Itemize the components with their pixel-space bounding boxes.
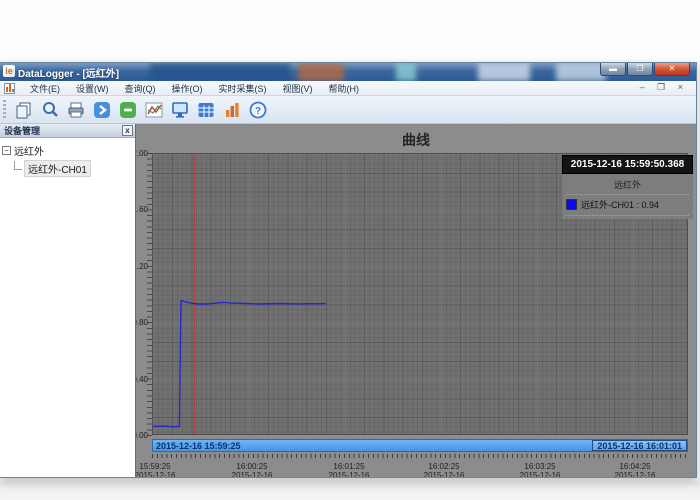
chart-panel: 曲线 2.00 1.60 1.20 0.80 0.40 0.00 2015-12… bbox=[136, 124, 696, 477]
tree-root-label: 远红外 bbox=[14, 147, 44, 158]
y-tick-label: 1.20 bbox=[136, 262, 148, 271]
close-button[interactable]: ✕ bbox=[654, 63, 690, 76]
glass-reflection bbox=[478, 63, 530, 81]
y-tick-label: 2.00 bbox=[136, 149, 148, 158]
toolbar: ? bbox=[0, 96, 696, 124]
app-icon: ie bbox=[3, 65, 15, 77]
x-tick-label: 16:01:25 2015-12-16 bbox=[328, 462, 370, 477]
window-title: DataLogger - [远红外] bbox=[18, 69, 120, 80]
glass-reflection bbox=[396, 63, 416, 81]
x-tick-label: 16:02:25 2015-12-16 bbox=[423, 462, 465, 477]
tooltip-series-value: 远红外-CH01 : 0.94 bbox=[581, 200, 660, 210]
mdi-document-icon bbox=[4, 82, 15, 94]
x-tick-label: 16:04:25 2015-12-16 bbox=[614, 462, 656, 477]
toolbar-grip bbox=[3, 99, 6, 120]
y-tick-label: 0.80 bbox=[136, 318, 148, 327]
range-start-label: 2015-12-16 15:59:25 bbox=[156, 441, 241, 451]
minimize-button[interactable]: ▬ bbox=[600, 63, 626, 76]
x-tick-label: 16:00:25 2015-12-16 bbox=[231, 462, 273, 477]
menubar: 文件(E) 设置(W) 查询(Q) 操作(O) 实时采集(S) 视图(V) 帮助… bbox=[0, 81, 696, 96]
y-tick-label: 1.60 bbox=[136, 205, 148, 214]
stop-green-icon[interactable] bbox=[115, 98, 141, 122]
menu-query[interactable]: 查询(Q) bbox=[117, 81, 164, 96]
x-tick-label: 15:59:25 2015-12-16 bbox=[136, 462, 176, 477]
tooltip-timestamp: 2015-12-16 15:59:50.368 bbox=[562, 155, 693, 174]
time-range-scrollbar[interactable]: 2015-12-16 15:59:25 2015-12-16 16:01:01 bbox=[152, 439, 688, 452]
bar-chart-icon[interactable] bbox=[219, 98, 245, 122]
tree-node-channel[interactable]: 远红外-CH01 bbox=[14, 160, 133, 177]
play-arrow-icon[interactable] bbox=[89, 98, 115, 122]
app-window: ie DataLogger - [远红外] ▬ ❐ ✕ 文件(E) 设置(W) … bbox=[0, 62, 697, 478]
data-table-icon[interactable] bbox=[193, 98, 219, 122]
panel-close-icon[interactable]: x bbox=[122, 125, 133, 136]
device-panel-header: 设备管理 x bbox=[0, 124, 135, 138]
search-icon[interactable] bbox=[37, 98, 63, 122]
tooltip-series-entry: 远红外-CH01 : 0.94 bbox=[566, 195, 689, 216]
cursor-tooltip: 2015-12-16 15:59:50.368 远红外 远红外-CH01 : 0… bbox=[562, 155, 693, 219]
tree-connector bbox=[14, 160, 22, 170]
tooltip-group-label: 远红外 bbox=[566, 176, 689, 195]
collapse-icon[interactable]: − bbox=[2, 146, 11, 155]
y-tick-label: 0.00 bbox=[136, 431, 148, 440]
series-color-swatch bbox=[566, 199, 577, 210]
copy-pages-icon[interactable] bbox=[11, 98, 37, 122]
device-panel: 设备管理 x − 远红外 远红外-CH01 bbox=[0, 124, 136, 477]
monitor-icon[interactable] bbox=[167, 98, 193, 122]
tree-child-label: 远红外-CH01 bbox=[24, 160, 91, 177]
help-icon[interactable]: ? bbox=[245, 98, 271, 122]
print-icon[interactable] bbox=[63, 98, 89, 122]
tree-node-root[interactable]: − 远红外 bbox=[2, 142, 133, 159]
menu-settings[interactable]: 设置(W) bbox=[68, 81, 117, 96]
titlebar: ie DataLogger - [远红外] ▬ ❐ ✕ bbox=[0, 63, 696, 81]
svg-text:?: ? bbox=[255, 106, 261, 117]
menu-view[interactable]: 视图(V) bbox=[275, 81, 321, 96]
chart-title: 曲线 bbox=[402, 132, 430, 148]
x-tick-label: 16:03:25 2015-12-16 bbox=[519, 462, 561, 477]
y-tick-label: 0.40 bbox=[136, 375, 148, 384]
device-tree: − 远红外 远红外-CH01 bbox=[0, 138, 135, 181]
curve-chart-icon[interactable] bbox=[141, 98, 167, 122]
x-axis-minor-ticks bbox=[152, 454, 688, 458]
menu-realtime-capture[interactable]: 实时采集(S) bbox=[211, 81, 275, 96]
device-panel-title: 设备管理 bbox=[4, 126, 41, 136]
glass-reflection bbox=[298, 63, 344, 81]
maximize-button[interactable]: ❐ bbox=[627, 63, 653, 76]
glass-reflection bbox=[150, 63, 290, 81]
menu-file[interactable]: 文件(E) bbox=[22, 81, 68, 96]
menu-operation[interactable]: 操作(O) bbox=[164, 81, 211, 96]
range-end-label[interactable]: 2015-12-16 16:01:01 bbox=[592, 440, 687, 451]
series-line bbox=[153, 299, 326, 428]
menu-help[interactable]: 帮助(H) bbox=[321, 81, 368, 96]
mdi-window-controls[interactable]: – ❐ × bbox=[640, 82, 688, 93]
